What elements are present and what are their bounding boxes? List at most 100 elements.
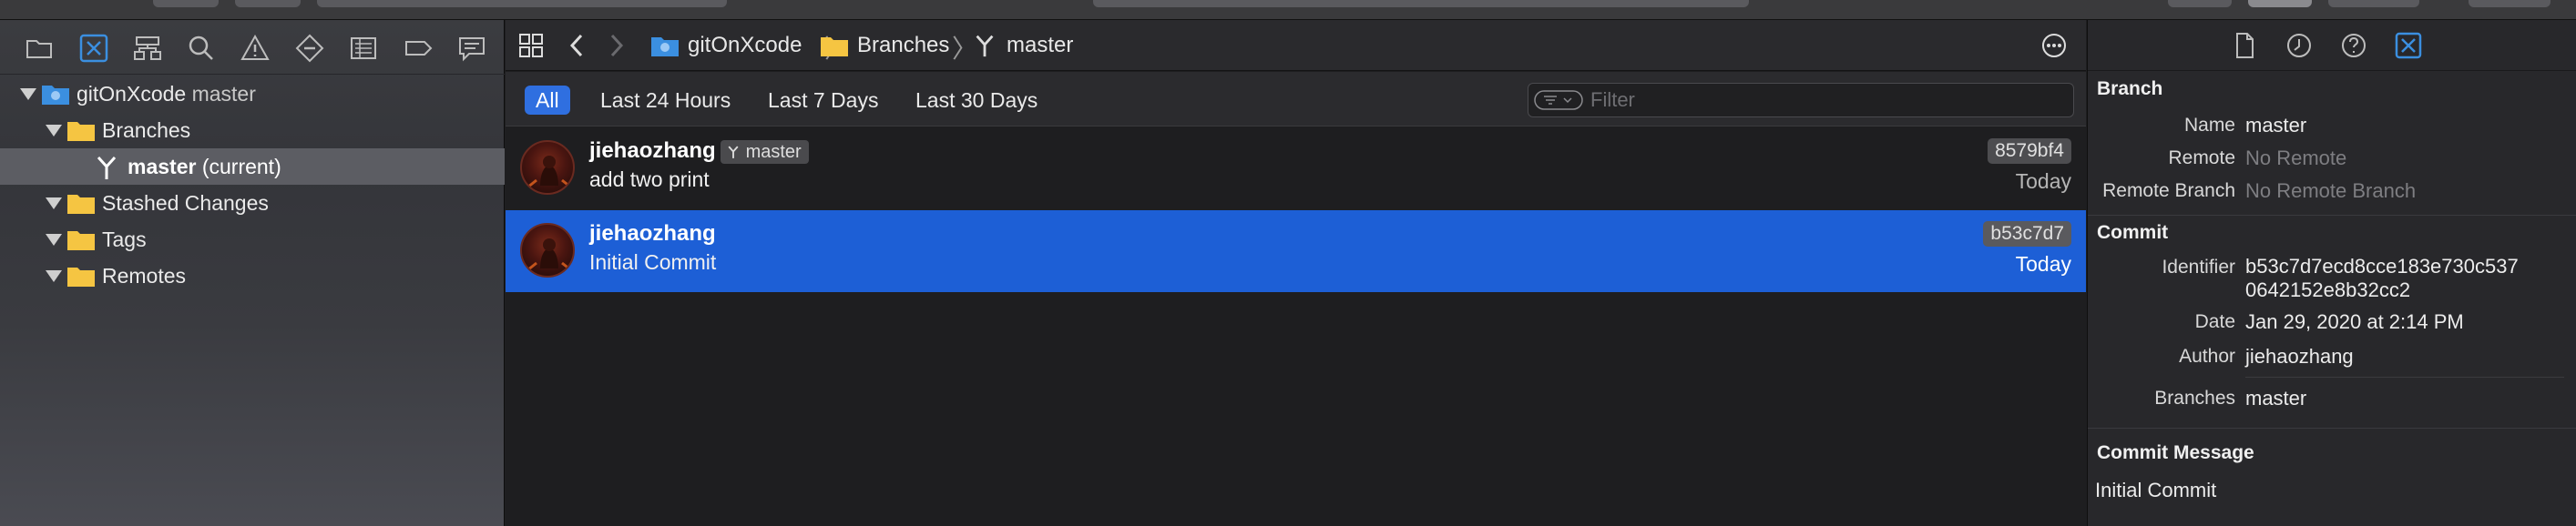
disclosure-triangle-icon[interactable] (46, 270, 62, 282)
avatar (520, 223, 575, 278)
project-branch: master (191, 82, 256, 106)
toolbar-button[interactable] (2328, 0, 2419, 7)
field-label: Remote (2168, 147, 2235, 168)
source-control-editor: gitOnXcode 〉 Branches 〉 master All Last … (506, 20, 2086, 526)
field-label: Author (2179, 346, 2235, 367)
date-value: Jan 29, 2020 at 2:14 PM (2245, 310, 2464, 333)
identifier-line: b53c7d7ecd8cce183e730c537 (2245, 255, 2519, 278)
jump-bar: gitOnXcode 〉 Branches 〉 master (506, 20, 2086, 71)
commit-row[interactable]: jiehaozhang master add two print 8579bf4… (506, 127, 2086, 209)
history-icon[interactable] (2285, 31, 2314, 60)
warning-icon[interactable] (240, 33, 271, 64)
report-icon[interactable] (456, 33, 487, 64)
branch-name-value: master (2245, 114, 2307, 137)
tree-item-remotes[interactable]: Remotes (0, 258, 505, 294)
breadcrumb-branches[interactable]: Branches (857, 33, 949, 58)
toolbar-button[interactable] (2168, 0, 2232, 7)
tree-item-label: Branches (102, 118, 191, 142)
forward-chevron-icon[interactable] (608, 33, 626, 58)
tab-all[interactable]: All (525, 86, 570, 115)
commit-row[interactable]: jiehaozhang Initial Commit b53c7d7 Today (506, 210, 2086, 292)
disclosure-triangle-icon[interactable] (20, 88, 36, 100)
tab-last-24-hours[interactable]: Last 24 Hours (589, 86, 741, 115)
section-header-branch: Branch (2097, 78, 2163, 99)
folder-icon (67, 231, 95, 250)
tree-item-stashed-changes[interactable]: Stashed Changes (0, 185, 505, 221)
remote-value: No Remote (2245, 147, 2347, 169)
commit-message: add two print (589, 167, 710, 191)
folder-icon (67, 195, 95, 214)
navigator-tab-bar (0, 20, 505, 75)
breadcrumb-project[interactable]: gitOnXcode (688, 33, 802, 58)
hierarchy-icon[interactable] (132, 33, 163, 64)
current-marker: (current) (201, 155, 281, 178)
commit-date: Today (2015, 252, 2071, 276)
breakpoint-icon[interactable] (403, 33, 434, 64)
filter-input[interactable]: Filter (1528, 83, 2074, 117)
folder-icon (67, 268, 95, 287)
commit-message-value[interactable]: Initial Commit (2095, 479, 2216, 502)
remote-branch-value: No Remote Branch (2245, 179, 2417, 202)
folder-icon (821, 37, 848, 56)
disclosure-triangle-icon[interactable] (46, 125, 62, 137)
tree-item-project[interactable]: gitOnXcode master (0, 76, 505, 112)
tree-item-branches[interactable]: Branches (0, 112, 505, 148)
disclosure-triangle-icon[interactable] (46, 234, 62, 246)
navigator-panel: gitOnXcode master Branches master (curre… (0, 20, 505, 526)
tree-item-label: Stashed Changes (102, 191, 269, 215)
field-label: Name (2183, 115, 2235, 136)
toolbar-button[interactable] (153, 0, 219, 7)
project-icon (651, 37, 679, 56)
commit-hash: 8579bf4 (1988, 138, 2071, 164)
branch-icon (97, 156, 117, 179)
scheme-selector[interactable] (317, 0, 727, 7)
commit-hash: b53c7d7 (1983, 221, 2071, 247)
debug-icon[interactable] (348, 33, 379, 64)
author-value: jiehaozhang (2245, 345, 2354, 368)
toolbar-button[interactable] (235, 0, 301, 7)
toolbar-button[interactable] (2469, 0, 2550, 7)
activity-view (1093, 0, 1749, 7)
identifier-value[interactable]: b53c7d7ecd8cce183e730c537 0642152e8b32cc… (2245, 255, 2519, 302)
branches-value: master (2245, 387, 2307, 410)
file-icon[interactable] (2230, 31, 2259, 60)
field-label: Remote Branch (2102, 180, 2235, 201)
field-label: Branches (2154, 388, 2235, 409)
more-options-icon[interactable] (2040, 32, 2068, 59)
tree-item-label: master (128, 155, 197, 178)
section-header-commit-message: Commit Message (2097, 442, 2254, 463)
attributes-icon[interactable] (2394, 31, 2423, 60)
tab-last-30-days[interactable]: Last 30 Days (905, 86, 1048, 115)
back-chevron-icon[interactable] (567, 33, 586, 58)
project-icon (42, 86, 69, 105)
tree-item-label: Remotes (102, 264, 187, 288)
source-control-icon[interactable] (78, 33, 109, 64)
filter-bar: All Last 24 Hours Last 7 Days Last 30 Da… (506, 72, 2086, 126)
identifier-line: 0642152e8b32cc2 (2245, 278, 2411, 301)
inspector-tab-bar (2088, 20, 2576, 71)
divider (2245, 377, 2564, 378)
breadcrumb-master[interactable]: master (1007, 33, 1073, 58)
grid-icon[interactable] (518, 33, 544, 58)
disclosure-triangle-icon[interactable] (46, 197, 62, 209)
help-icon[interactable] (2339, 31, 2368, 60)
window-toolbar (0, 0, 2576, 20)
tree-item-master-branch[interactable]: master (current) (0, 148, 505, 185)
filter-options-icon[interactable] (1534, 90, 1583, 110)
commit-message: Initial Commit (589, 250, 717, 274)
test-icon[interactable] (294, 33, 325, 64)
folder-icon (67, 122, 95, 141)
commit-date: Today (2015, 169, 2071, 193)
commit-author: jiehaozhang (589, 138, 716, 163)
toolbar-button[interactable] (2248, 0, 2312, 7)
inspector-panel: Branch Name master Remote No Remote Remo… (2087, 20, 2576, 526)
project-name: gitOnXcode (77, 82, 187, 106)
divider (2088, 428, 2576, 429)
search-icon[interactable] (186, 33, 217, 64)
tab-last-7-days[interactable]: Last 7 Days (757, 86, 889, 115)
tree-item-tags[interactable]: Tags (0, 221, 505, 258)
avatar (520, 140, 575, 195)
folder-icon[interactable] (24, 33, 55, 64)
branch-icon (728, 146, 739, 158)
field-label: Date (2194, 311, 2235, 332)
